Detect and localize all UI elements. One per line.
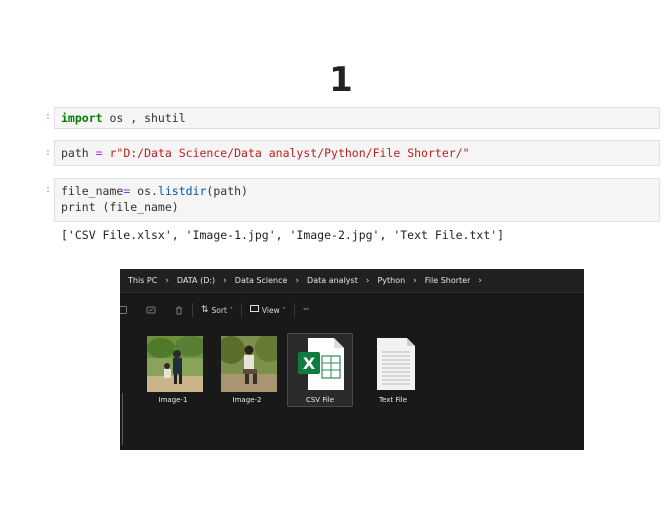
- file-item-image-1[interactable]: Image-1: [140, 333, 206, 407]
- filename-variable: file_name: [61, 184, 124, 198]
- os-module: os.: [130, 184, 158, 198]
- assign-operator: =: [88, 146, 110, 160]
- file-item-csv-file[interactable]: X CSV File: [287, 333, 353, 407]
- chevron-right-icon: ›: [165, 275, 169, 286]
- breadcrumb-item-data-drive[interactable]: DATA (D:): [177, 276, 215, 285]
- view-icon: [249, 305, 259, 315]
- paste-icon[interactable]: [120, 305, 128, 315]
- print-statement: print (file_name): [61, 200, 179, 214]
- text-file-icon: [377, 338, 415, 390]
- cell-prompt: :: [44, 111, 52, 122]
- keyword-import: import: [61, 111, 103, 125]
- cell-prompt: :: [44, 184, 52, 195]
- share-icon[interactable]: [146, 305, 156, 315]
- breadcrumb[interactable]: This PC › DATA (D:) › Data Science › Dat…: [120, 269, 584, 293]
- sort-label: Sort: [211, 305, 227, 315]
- sort-button[interactable]: ⇅ Sort ˅: [201, 305, 233, 315]
- scrollbar[interactable]: [122, 393, 123, 445]
- code-input[interactable]: file_name= os.listdir(path) print (file_…: [54, 178, 660, 222]
- chevron-right-icon: ›: [365, 275, 370, 286]
- toolbar-divider: [240, 303, 242, 317]
- file-name: Image-1: [158, 396, 188, 404]
- more-options-icon[interactable]: ···: [303, 305, 310, 315]
- cell-prompt: :: [44, 147, 52, 158]
- breadcrumb-item-file-shorter[interactable]: File Shorter: [425, 276, 471, 285]
- code-input[interactable]: import os , shutil: [54, 107, 660, 129]
- cell-output: ['CSV File.xlsx', 'Image-1.jpg', 'Image-…: [61, 228, 505, 242]
- chevron-right-icon: ›: [223, 275, 227, 286]
- file-name: Image-2: [232, 396, 262, 404]
- chevron-down-icon: ˅: [282, 306, 286, 314]
- file-explorer-window: This PC › DATA (D:) › Data Science › Dat…: [120, 269, 584, 450]
- code-input[interactable]: path = r"D:/Data Science/Data analyst/Py…: [54, 140, 660, 166]
- breadcrumb-item-python[interactable]: Python: [377, 276, 405, 285]
- code-cell-path[interactable]: : path = r"D:/Data Science/Data analyst/…: [42, 140, 660, 166]
- file-name: CSV File: [305, 396, 335, 404]
- listdir-args: (path): [206, 184, 248, 198]
- excel-file-icon: X: [298, 338, 344, 390]
- view-button[interactable]: View ˅: [249, 305, 286, 315]
- file-item-image-2[interactable]: Image-2: [214, 333, 280, 407]
- path-variable: path: [61, 146, 89, 160]
- delete-icon[interactable]: [174, 305, 184, 315]
- toolbar-divider: [192, 303, 193, 317]
- file-name: Text File: [378, 396, 408, 404]
- photo-thumbnail: [147, 336, 203, 392]
- path-string: r"D:/Data Science/Data analyst/Python/Fi…: [109, 146, 470, 160]
- chevron-down-icon: ˅: [229, 306, 233, 314]
- chevron-right-icon[interactable]: ›: [478, 276, 482, 286]
- breadcrumb-item-this-pc[interactable]: This PC: [128, 276, 157, 285]
- file-list: Image-1 Image-2 X CSV File Text File: [120, 327, 584, 450]
- code-cell-listdir[interactable]: : file_name= os.listdir(path) print (fil…: [42, 178, 660, 222]
- import-modules: os , shutil: [102, 111, 186, 125]
- code-cell-import[interactable]: : import os , shutil: [42, 107, 660, 129]
- toolbar-divider: [293, 303, 295, 317]
- step-number: 1: [329, 60, 353, 100]
- explorer-toolbar: ⇅ Sort ˅ View ˅ ···: [120, 297, 584, 323]
- breadcrumb-item-data-science[interactable]: Data Science: [235, 276, 288, 285]
- file-item-text-file[interactable]: Text File: [360, 333, 426, 407]
- chevron-right-icon: ›: [413, 275, 417, 286]
- chevron-right-icon: ›: [295, 275, 300, 286]
- view-label: View: [261, 305, 280, 315]
- breadcrumb-item-data-analyst[interactable]: Data analyst: [307, 276, 358, 285]
- listdir-function: listdir: [157, 184, 207, 198]
- svg-text:X: X: [303, 354, 316, 373]
- sort-icon: ⇅: [201, 305, 209, 315]
- photo-thumbnail: [221, 336, 277, 392]
